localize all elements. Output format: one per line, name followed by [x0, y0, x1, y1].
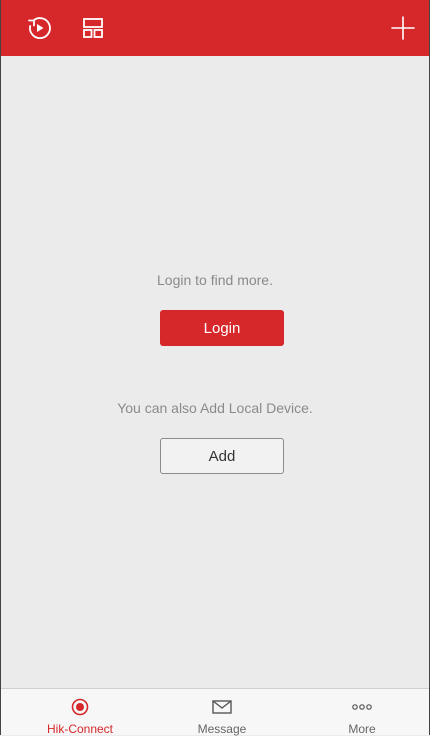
login-hint-text: Login to find more. — [157, 272, 273, 288]
tab-label-more: More — [348, 722, 376, 736]
top-bar — [1, 0, 429, 56]
add-device-plus-icon[interactable] — [389, 14, 417, 42]
login-button[interactable]: Login — [160, 310, 284, 346]
tab-hik-connect[interactable]: Hik-Connect — [25, 689, 135, 736]
playback-icon[interactable] — [25, 14, 53, 42]
add-device-hint-text: You can also Add Local Device. — [117, 400, 313, 416]
tab-label-message: Message — [197, 722, 247, 736]
main-content: Login to find more. Login You can also A… — [1, 56, 429, 689]
hik-connect-icon — [68, 698, 92, 716]
tab-more[interactable]: More — [307, 689, 417, 736]
more-dots-icon — [350, 698, 374, 716]
tab-message[interactable]: Message — [167, 689, 277, 736]
layout-icon[interactable] — [79, 14, 107, 42]
bottom-tab-bar: Hik-Connect Message More — [1, 688, 429, 736]
tab-label-hik-connect: Hik-Connect — [46, 722, 114, 736]
add-device-button[interactable]: Add — [160, 438, 284, 474]
envelope-icon — [210, 698, 234, 716]
